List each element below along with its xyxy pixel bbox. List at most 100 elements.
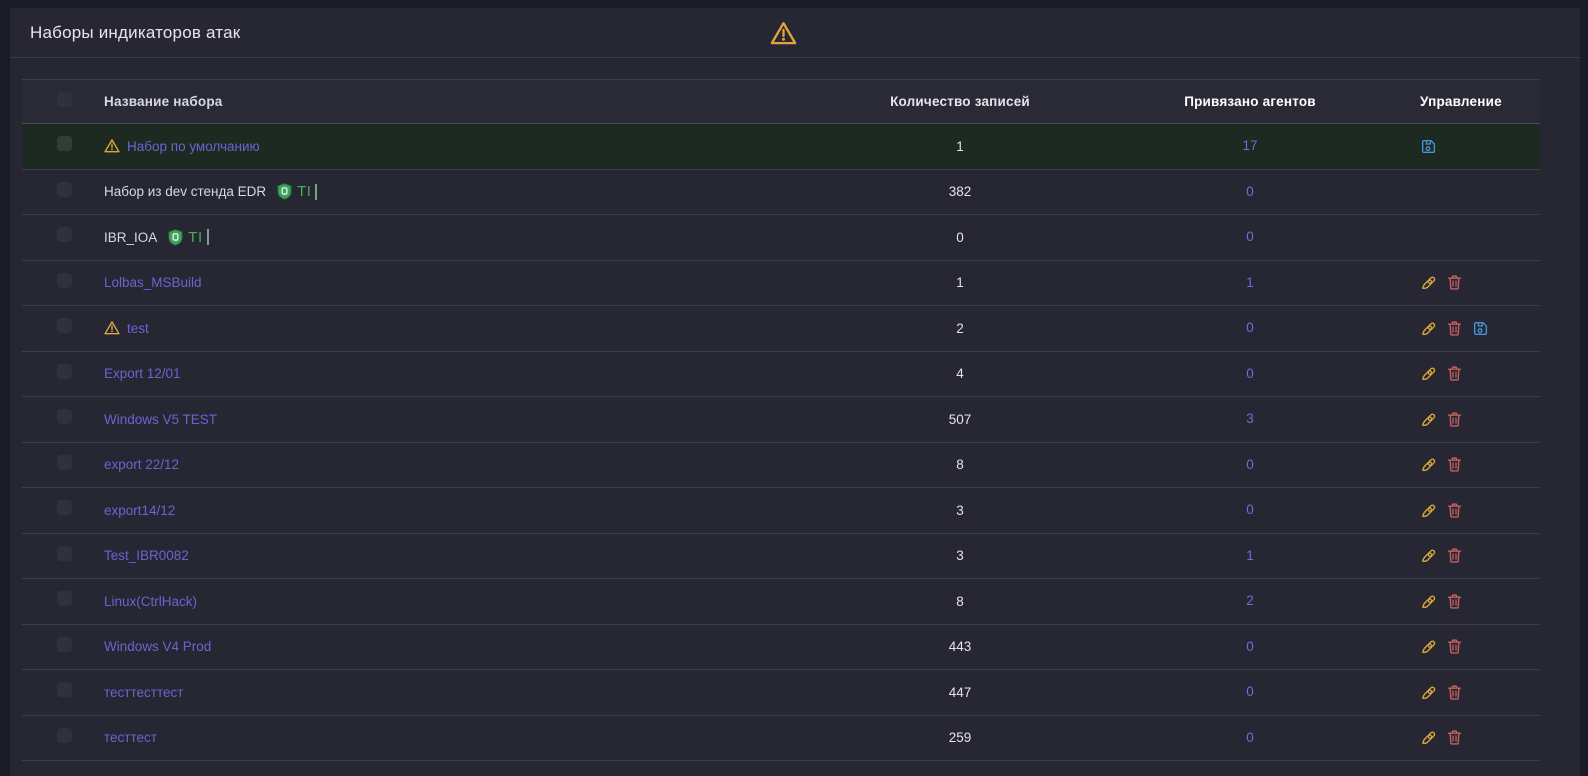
records-count: 259 — [820, 730, 1100, 745]
select-all-checkbox[interactable] — [57, 92, 72, 107]
edit-pencil-icon[interactable] — [1420, 456, 1437, 473]
table-row: Windows V4 Prod 443 0 — [22, 625, 1540, 671]
agents-count-link[interactable]: 0 — [1246, 320, 1254, 335]
set-name-link[interactable]: Linux(CtrlHack) — [104, 594, 197, 609]
agents-count-link[interactable]: 0 — [1246, 502, 1254, 517]
delete-trash-icon[interactable] — [1446, 456, 1463, 473]
edit-pencil-icon[interactable] — [1420, 729, 1437, 746]
agents-cell: 0 — [1100, 183, 1400, 201]
delete-trash-icon[interactable] — [1446, 547, 1463, 564]
save-floppy-icon[interactable] — [1472, 320, 1489, 337]
set-name-link[interactable]: Windows V5 TEST — [104, 412, 217, 427]
records-count: 4 — [820, 366, 1100, 381]
agents-count-link[interactable]: 0 — [1246, 229, 1254, 244]
row-actions — [1400, 320, 1540, 337]
agents-cell: 0 — [1100, 365, 1400, 383]
row-checkbox-cell — [22, 409, 82, 429]
agents-count-link[interactable]: 0 — [1246, 457, 1254, 472]
row-checkbox[interactable] — [57, 546, 72, 561]
edit-pencil-icon[interactable] — [1420, 365, 1437, 382]
delete-trash-icon[interactable] — [1446, 593, 1463, 610]
row-checkbox[interactable] — [57, 637, 72, 652]
set-name-link[interactable]: Lolbas_MSBuild — [104, 275, 202, 290]
row-checkbox[interactable] — [57, 409, 72, 424]
edit-pencil-icon[interactable] — [1420, 547, 1437, 564]
set-name-link[interactable]: export14/12 — [104, 503, 175, 518]
agents-cell: 0 — [1100, 638, 1400, 656]
records-count: 443 — [820, 639, 1100, 654]
records-count: 382 — [820, 184, 1100, 199]
agents-count-link[interactable]: 0 — [1246, 184, 1254, 199]
delete-trash-icon[interactable] — [1446, 274, 1463, 291]
records-count: 1 — [820, 139, 1100, 154]
delete-trash-icon[interactable] — [1446, 638, 1463, 655]
agents-cell: 2 — [1100, 592, 1400, 610]
row-checkbox[interactable] — [57, 500, 72, 515]
set-name-cell: тесттест — [82, 730, 820, 745]
set-name-link[interactable]: export 22/12 — [104, 457, 179, 472]
agents-count-link[interactable]: 2 — [1246, 593, 1254, 608]
row-checkbox[interactable] — [57, 364, 72, 379]
delete-trash-icon[interactable] — [1446, 502, 1463, 519]
agents-count-link[interactable]: 1 — [1246, 548, 1254, 563]
set-name-cell: Windows V5 TEST — [82, 412, 820, 427]
row-checkbox[interactable] — [57, 182, 72, 197]
delete-trash-icon[interactable] — [1446, 729, 1463, 746]
agents-count-link[interactable]: 0 — [1246, 684, 1254, 699]
row-actions — [1400, 684, 1540, 701]
row-checkbox[interactable] — [57, 682, 72, 697]
table-row: IBR_IOA TI 0 0 — [22, 215, 1540, 261]
records-count: 0 — [820, 230, 1100, 245]
agents-count-link[interactable]: 0 — [1246, 639, 1254, 654]
agents-count-link[interactable]: 0 — [1246, 730, 1254, 745]
set-name-link[interactable]: тесттесттест — [104, 685, 183, 700]
agents-cell: 0 — [1100, 729, 1400, 747]
edit-pencil-icon[interactable] — [1420, 320, 1437, 337]
delete-trash-icon[interactable] — [1446, 684, 1463, 701]
edit-pencil-icon[interactable] — [1420, 274, 1437, 291]
agents-cell: 0 — [1100, 228, 1400, 246]
agents-count-link[interactable]: 0 — [1246, 366, 1254, 381]
row-checkbox[interactable] — [57, 318, 72, 333]
delete-trash-icon[interactable] — [1446, 411, 1463, 428]
set-name-cell: IBR_IOA TI — [82, 229, 820, 246]
agents-count-link[interactable]: 3 — [1246, 411, 1254, 426]
row-checkbox[interactable] — [57, 136, 72, 151]
edit-pencil-icon[interactable] — [1420, 638, 1437, 655]
ti-badge: TI — [276, 183, 317, 200]
save-floppy-icon[interactable] — [1420, 138, 1437, 155]
edit-pencil-icon[interactable] — [1420, 684, 1437, 701]
set-name-link[interactable]: Windows V4 Prod — [104, 639, 211, 654]
set-name-cell: export14/12 — [82, 503, 820, 518]
table-row: тесттесттест 447 0 — [22, 670, 1540, 716]
set-name-link[interactable]: Test_IBR0082 — [104, 548, 189, 563]
edit-pencil-icon[interactable] — [1420, 502, 1437, 519]
row-checkbox[interactable] — [57, 273, 72, 288]
delete-trash-icon[interactable] — [1446, 320, 1463, 337]
row-checkbox[interactable] — [57, 591, 72, 606]
agents-count-link[interactable]: 17 — [1242, 138, 1257, 153]
table-row: Lolbas_MSBuild 1 1 — [22, 261, 1540, 307]
edit-pencil-icon[interactable] — [1420, 593, 1437, 610]
column-header-agents[interactable]: Привязано агентов — [1100, 94, 1400, 109]
records-count: 8 — [820, 594, 1100, 609]
row-checkbox[interactable] — [57, 455, 72, 470]
table-row: тесттест 259 0 — [22, 716, 1540, 762]
column-header-records[interactable]: Количество записей — [820, 94, 1100, 109]
agents-cell: 0 — [1100, 501, 1400, 519]
warning-triangle-icon — [104, 138, 120, 154]
row-checkbox-cell — [22, 227, 82, 247]
row-checkbox[interactable] — [57, 227, 72, 242]
delete-trash-icon[interactable] — [1446, 365, 1463, 382]
column-header-name[interactable]: Название набора — [82, 94, 820, 109]
set-name-link[interactable]: тесттест — [104, 730, 157, 745]
row-checkbox[interactable] — [57, 728, 72, 743]
edit-pencil-icon[interactable] — [1420, 411, 1437, 428]
records-count: 8 — [820, 457, 1100, 472]
agents-cell: 0 — [1100, 456, 1400, 474]
set-name-link[interactable]: test — [127, 321, 149, 336]
agents-count-link[interactable]: 1 — [1246, 275, 1254, 290]
set-name-link[interactable]: Export 12/01 — [104, 366, 181, 381]
set-name-link[interactable]: Набор по умолчанию — [127, 139, 260, 154]
set-name: Набор из dev стенда EDR — [104, 184, 266, 199]
